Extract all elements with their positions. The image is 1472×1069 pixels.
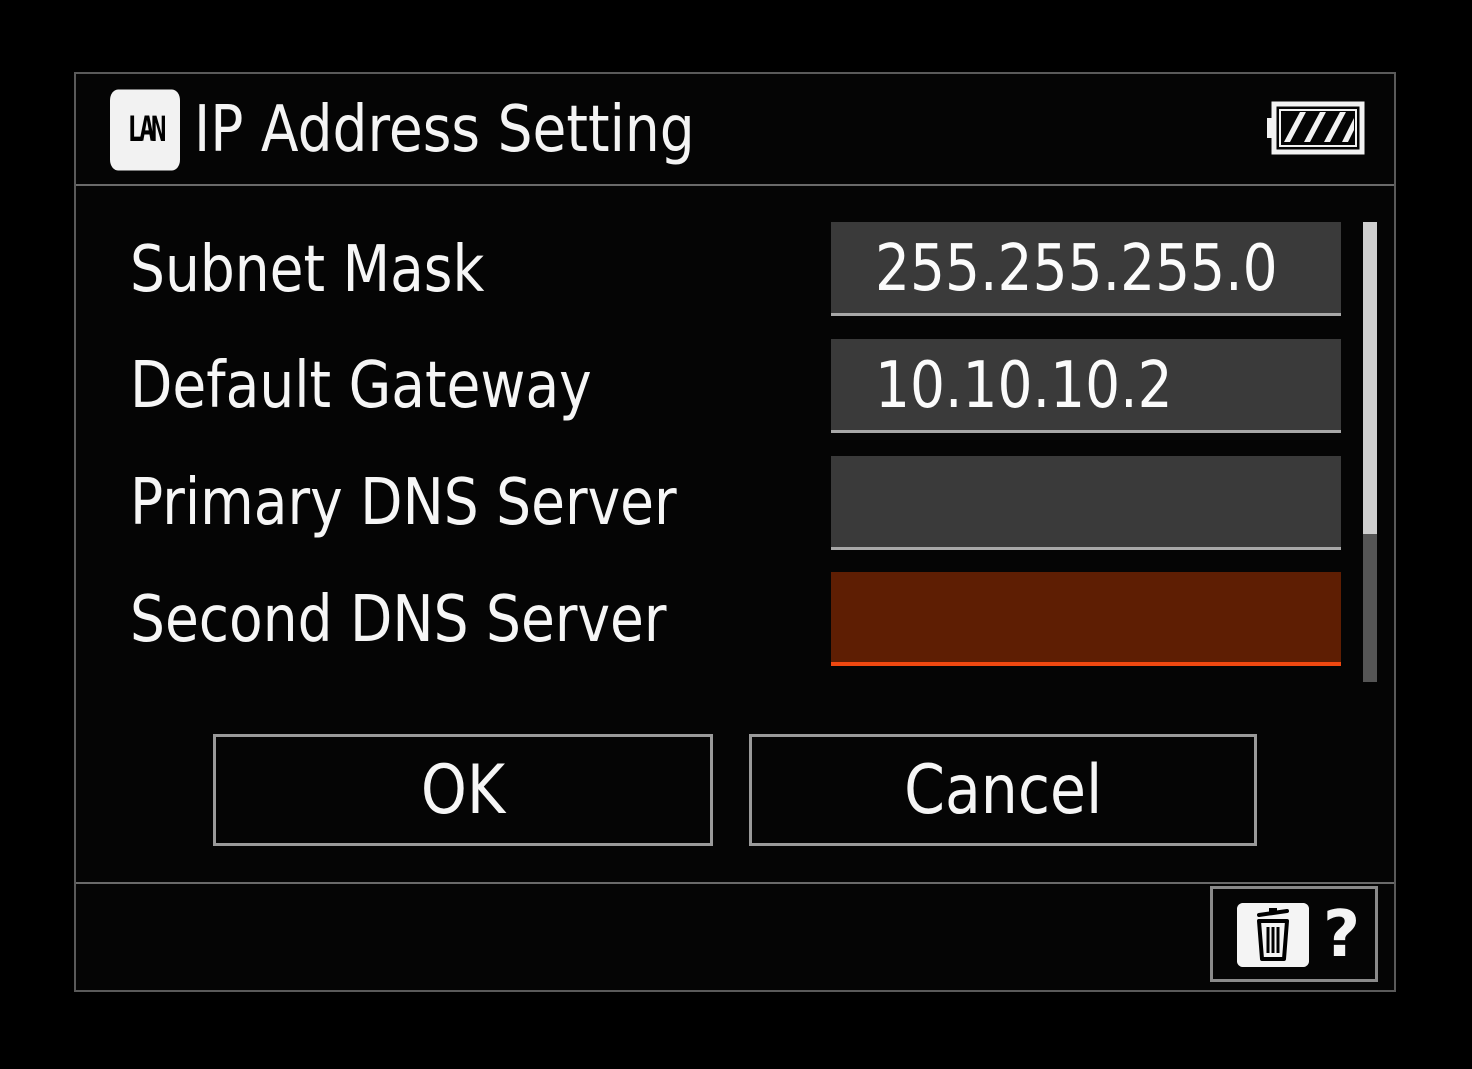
second-dns-field[interactable] xyxy=(831,572,1341,666)
header-bar: LAN IP Address Setting xyxy=(76,74,1394,186)
second-dns-label: Second DNS Server xyxy=(130,583,667,657)
subnet-mask-label: Subnet Mask xyxy=(130,233,485,307)
ok-button[interactable]: OK xyxy=(213,734,713,846)
primary-dns-label: Primary DNS Server xyxy=(130,466,677,540)
cancel-button[interactable]: Cancel xyxy=(749,734,1257,846)
lan-badge: LAN xyxy=(110,89,180,171)
battery-full-icon xyxy=(1267,101,1365,155)
trash-icon[interactable] xyxy=(1237,903,1309,967)
primary-dns-field[interactable] xyxy=(831,456,1341,550)
subnet-mask-field[interactable]: 255.255.255.0 xyxy=(831,222,1341,316)
ip-address-setting-screen: LAN IP Address Setting Subnet Mask 255.2… xyxy=(74,72,1396,992)
footer-divider xyxy=(76,882,1394,884)
scrollbar-thumb[interactable] xyxy=(1363,222,1377,534)
help-question-icon[interactable]: ? xyxy=(1323,891,1360,979)
help-panel[interactable]: ? xyxy=(1210,886,1378,982)
page-title: IP Address Setting xyxy=(194,93,695,167)
default-gateway-label: Default Gateway xyxy=(130,349,592,423)
scrollbar[interactable] xyxy=(1363,222,1377,682)
default-gateway-field[interactable]: 10.10.10.2 xyxy=(831,339,1341,433)
